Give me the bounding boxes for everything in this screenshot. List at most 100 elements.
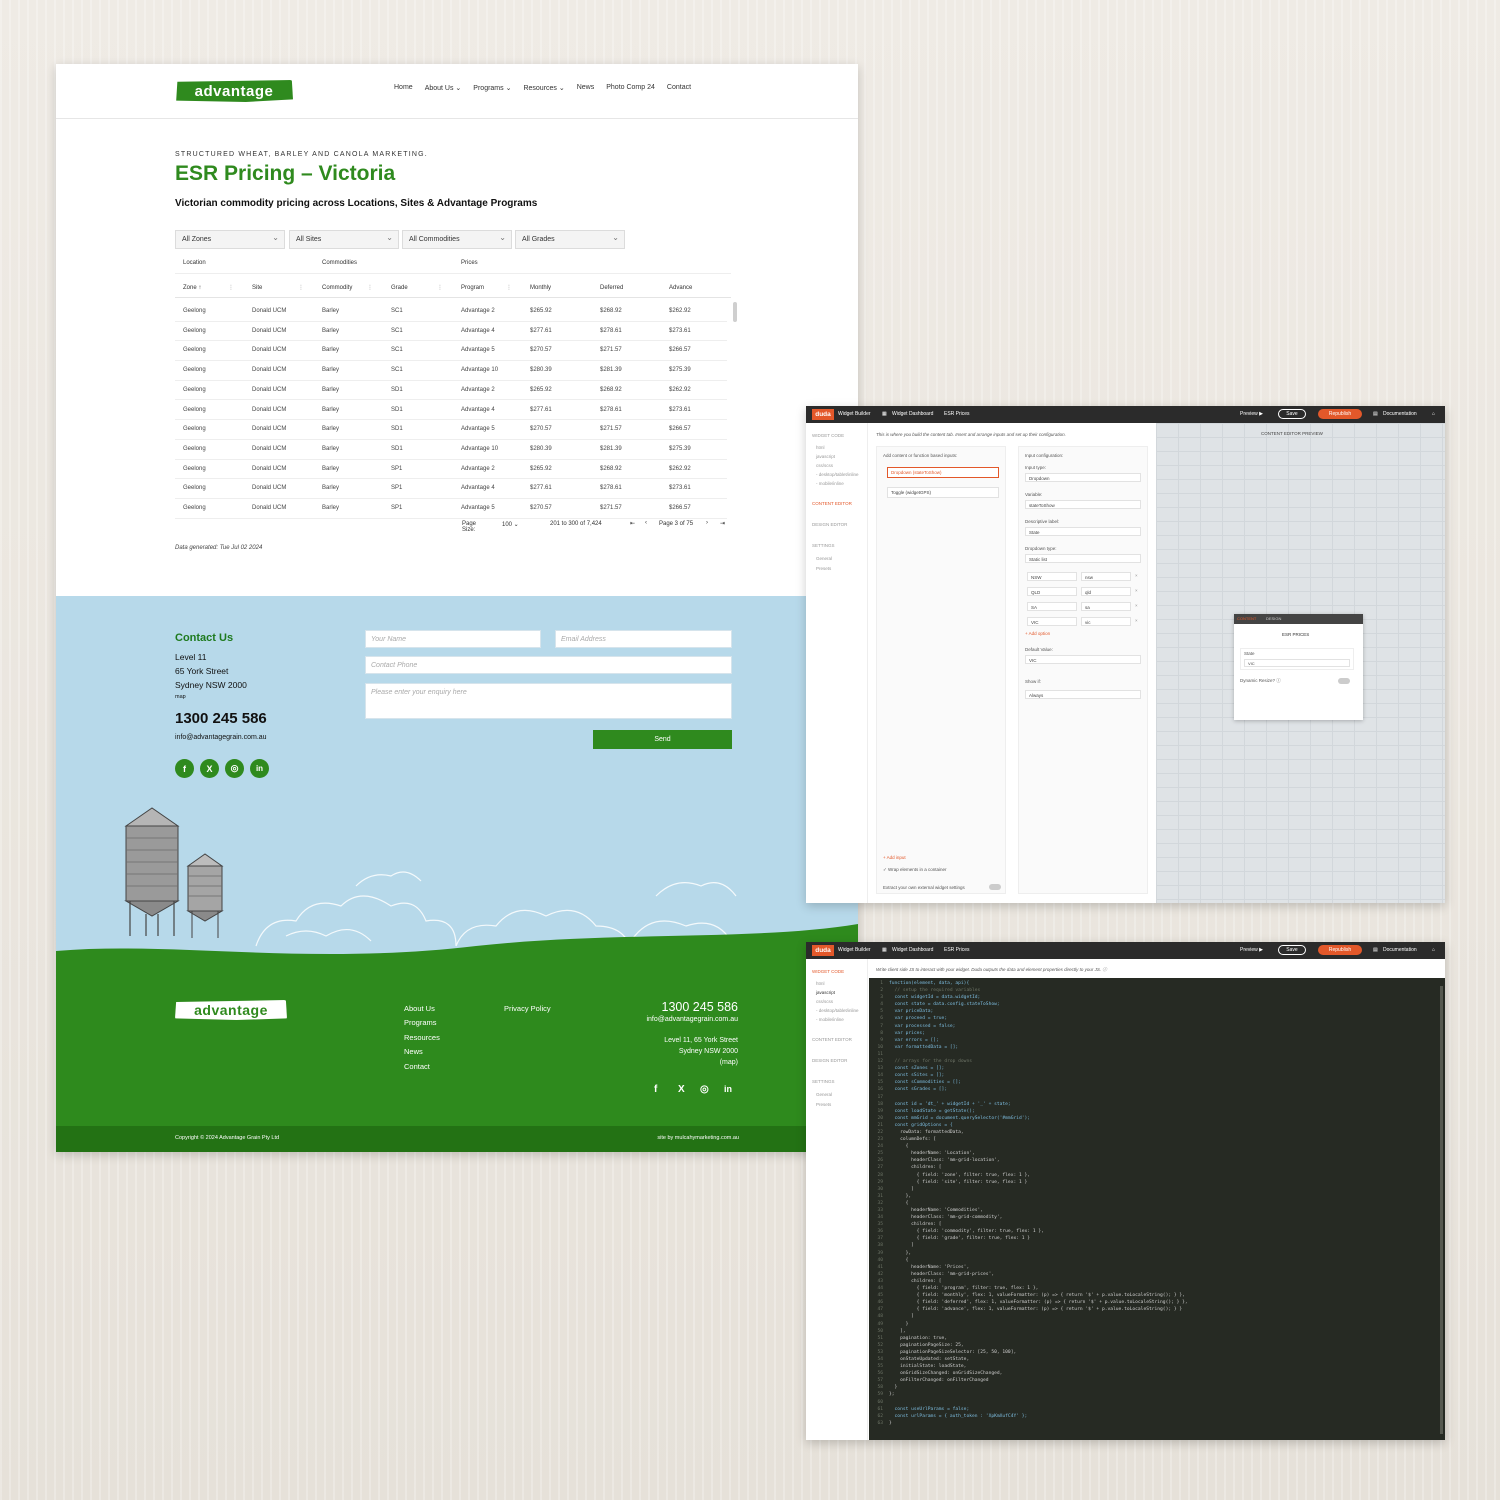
show-if-select[interactable]: Always <box>1025 690 1141 699</box>
sidebar-settings[interactable]: SETTINGS <box>812 543 835 548</box>
nav-contact[interactable]: Contact <box>667 84 691 92</box>
nav-resources[interactable]: Resources ⌄ <box>523 84 564 92</box>
sidebar-content-editor[interactable]: CONTENT EDITOR <box>812 1037 852 1042</box>
home-icon[interactable]: ⌂ <box>1432 411 1435 417</box>
contact-email[interactable]: info@advantagegrain.com.au <box>175 734 267 741</box>
footer-about[interactable]: About Us <box>404 1004 435 1013</box>
option-label-input[interactable]: SA <box>1027 602 1077 611</box>
footer-news[interactable]: News <box>404 1047 423 1056</box>
footer-map-link[interactable]: (map) <box>720 1059 738 1066</box>
site-credit[interactable]: site by mulcahymarketing.com.au <box>657 1135 739 1141</box>
nav-home[interactable]: Home <box>394 84 413 92</box>
variable-input[interactable]: stateToShow <box>1025 500 1141 509</box>
sidebar-design-editor[interactable]: DESIGN EDITOR <box>812 1058 847 1063</box>
facebook-icon[interactable]: f <box>175 759 194 778</box>
advantage-logo[interactable]: advantage <box>176 80 293 102</box>
remove-option-icon[interactable]: × <box>1135 588 1138 593</box>
docs-icon[interactable]: ▤ <box>1373 411 1378 417</box>
footer-facebook-icon[interactable]: f <box>654 1084 657 1095</box>
footer-linkedin-icon[interactable]: in <box>724 1084 732 1094</box>
option-value-input[interactable]: qld <box>1081 587 1131 596</box>
desc-input[interactable]: State <box>1025 527 1141 536</box>
sidebar-item-desktop[interactable]: - desktop/tablet/inline <box>816 472 859 477</box>
sidebar-widget-code[interactable]: WIDGET CODE <box>812 433 844 438</box>
footer-programs[interactable]: Programs <box>404 1018 437 1027</box>
nav-about[interactable]: About Us ⌄ <box>425 84 462 92</box>
grade-filter[interactable]: All Grades <box>515 230 625 249</box>
sidebar-settings[interactable]: SETTINGS <box>812 1079 835 1084</box>
dd-type-select[interactable]: Static list <box>1025 554 1141 563</box>
footer-email[interactable]: info@advantagegrain.com.au <box>646 1016 738 1023</box>
option-label-input[interactable]: NSW <box>1027 572 1077 581</box>
widget-name[interactable]: ESR Prices <box>944 411 970 417</box>
footer-x-icon[interactable]: X <box>678 1084 685 1095</box>
nav-news[interactable]: News <box>577 84 595 92</box>
footer-privacy[interactable]: Privacy Policy <box>504 1004 551 1013</box>
remove-option-icon[interactable]: × <box>1135 603 1138 608</box>
col-advance[interactable]: Advance <box>669 285 692 291</box>
add-input-link[interactable]: + Add input <box>883 855 906 860</box>
republish-button[interactable]: Republish <box>1318 945 1362 955</box>
instagram-icon[interactable]: ◎ <box>225 759 244 778</box>
filter-icon[interactable]: ⫶ <box>369 285 371 293</box>
col-program[interactable]: Program <box>461 285 484 291</box>
map-link[interactable]: map <box>175 694 186 700</box>
sidebar-item-html[interactable]: html <box>816 445 825 450</box>
sidebar-item-css[interactable]: css/scss <box>816 999 833 1004</box>
enquiry-textarea[interactable]: Please enter your enquiry here <box>365 683 732 719</box>
filter-icon[interactable]: ⫶ <box>230 285 232 293</box>
input-toggle[interactable]: Toggle (widgetGPS) <box>887 487 999 498</box>
col-grade[interactable]: Grade <box>391 285 408 291</box>
sidebar-item-general[interactable]: General <box>816 556 832 561</box>
col-commodity[interactable]: Commodity <box>322 285 352 291</box>
sidebar-item-presets[interactable]: Presets <box>816 566 831 571</box>
send-button[interactable]: Send <box>593 730 732 749</box>
sidebar-content-editor[interactable]: CONTENT EDITOR <box>812 501 852 506</box>
filter-icon[interactable]: ⫶ <box>300 285 302 293</box>
option-label-input[interactable]: VIC <box>1027 617 1077 626</box>
duda-logo[interactable]: duda <box>812 409 834 420</box>
widget-dashboard-link[interactable]: Widget Dashboard <box>892 411 933 417</box>
prev-page-icon[interactable]: ‹ <box>645 520 647 526</box>
option-value-input[interactable]: sa <box>1081 602 1131 611</box>
name-input[interactable]: Your Name <box>365 630 541 648</box>
email-input[interactable]: Email Address <box>555 630 732 648</box>
sidebar-item-presets[interactable]: Presets <box>816 1102 831 1107</box>
popup-tab-content[interactable]: CONTENT <box>1237 616 1256 621</box>
remove-option-icon[interactable]: × <box>1135 618 1138 623</box>
code-scrollbar[interactable] <box>1440 986 1443 1434</box>
sidebar-item-general[interactable]: General <box>816 1092 832 1097</box>
footer-phone[interactable]: 1300 245 586 <box>662 1000 738 1014</box>
option-value-input[interactable]: nsw <box>1081 572 1131 581</box>
input-dropdown-state[interactable]: Dropdown (stateToShow) <box>887 467 999 478</box>
home-icon[interactable]: ⌂ <box>1432 947 1435 953</box>
last-page-icon[interactable]: ⇥ <box>720 520 725 527</box>
option-value-input[interactable]: vic <box>1081 617 1131 626</box>
save-button[interactable]: Save <box>1278 409 1306 419</box>
widget-dashboard-link[interactable]: Widget Dashboard <box>892 947 933 953</box>
sidebar-item-html[interactable]: html <box>816 981 825 986</box>
linkedin-icon[interactable]: in <box>250 759 269 778</box>
default-select[interactable]: VIC <box>1025 655 1141 664</box>
documentation-link[interactable]: Documentation <box>1383 947 1417 953</box>
grid-scrollbar[interactable] <box>733 302 737 322</box>
grid-icon[interactable]: ▦ <box>882 411 887 417</box>
save-button[interactable]: Save <box>1278 945 1306 955</box>
extract-toggle[interactable] <box>989 884 1001 890</box>
sidebar-item-desktop[interactable]: - desktop/tablet/inline <box>816 1008 859 1013</box>
sidebar-widget-code[interactable]: WIDGET CODE <box>812 969 844 974</box>
sidebar-item-css[interactable]: css/scss <box>816 463 833 468</box>
documentation-link[interactable]: Documentation <box>1383 411 1417 417</box>
zone-filter[interactable]: All Zones <box>175 230 285 249</box>
page-size-select[interactable]: 100 ⌄ <box>502 521 519 528</box>
input-type-select[interactable]: Dropdown <box>1025 473 1141 482</box>
col-monthly[interactable]: Monthly <box>530 285 551 291</box>
footer-resources[interactable]: Resources <box>404 1033 440 1042</box>
grid-icon[interactable]: ▦ <box>882 947 887 953</box>
popup-tab-design[interactable]: DESIGN <box>1266 616 1281 621</box>
filter-icon[interactable]: ⫶ <box>508 285 510 293</box>
duda-logo[interactable]: duda <box>812 945 834 956</box>
javascript-code-editor[interactable]: 1 function(element, data, api){2 // setup… <box>869 978 1445 1440</box>
sidebar-item-mobile[interactable]: - mobile/inline <box>816 1017 844 1022</box>
sidebar-design-editor[interactable]: DESIGN EDITOR <box>812 522 847 527</box>
